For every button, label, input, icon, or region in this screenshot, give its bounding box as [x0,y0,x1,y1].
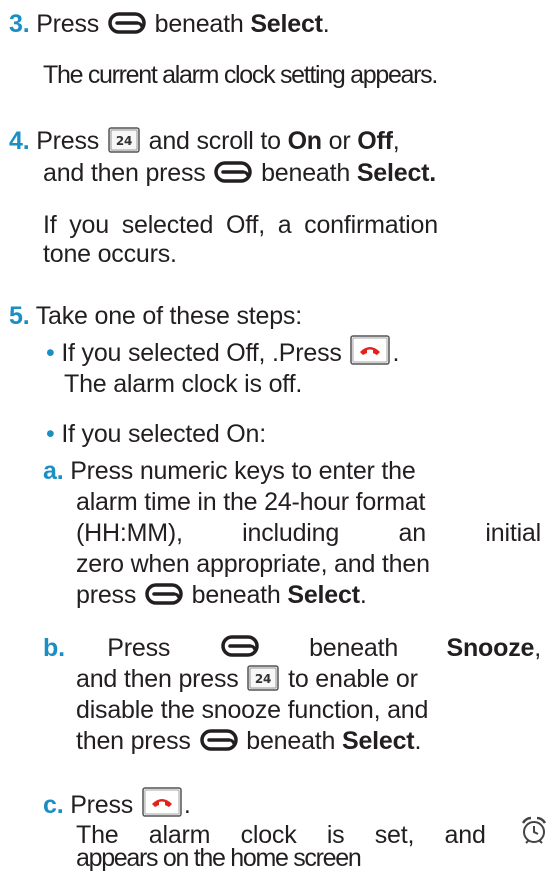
bullet-text: If you selected On: [61,420,266,448]
navigation-key-icon [247,665,279,691]
alarm-clock-icon [520,816,548,846]
substep-text: beneath [309,634,399,662]
substep-a-line-3: (HH:MM), including an initial [76,518,541,548]
substep-text: Press [107,634,171,662]
word: (HH:MM), [76,519,183,547]
step-3-line: 3. Press beneath Select. [9,9,330,39]
bullet-dot: • [46,339,55,367]
substep-c-line-3: appears on the home screen [76,844,362,872]
substep-text: Press numeric keys to enter the [70,457,416,485]
confirm-line-1: If you selected Off, a confirmation [43,210,541,240]
on-label: On [287,127,323,155]
soft-key-icon [214,161,252,183]
word: and [444,821,486,849]
substep-text: Press [70,791,134,819]
soft-key-icon [108,12,146,34]
substep-b-line-2: and then press to enable or [76,664,418,694]
substep-b-line-3: disable the snooze function, and [76,696,429,724]
substep-c-line-1: c. Press . [43,790,191,821]
comma: , [534,634,541,662]
step-number: 5. [9,302,30,330]
off-label: Off [357,127,393,155]
step-4-confirm: If you selected Off, a confirmation [43,210,541,240]
substep-label: b. [43,634,65,662]
word: including [242,519,340,547]
step-text: Take one of these steps: [35,302,302,330]
step-4-line-2: and then press beneath Select. [43,158,436,188]
step-4-line: 4. Press and scroll to On or Off, [9,126,400,156]
bullet-on: • If you selected On: [46,419,266,449]
substep-text: to enable or [288,665,418,693]
word: initial [485,519,541,547]
end-key-icon [350,335,390,365]
period: . [392,339,400,367]
substep-a-line-1: a. Press numeric keys to enter the [43,456,416,486]
bullet-text: If you selected Off, .Press [61,339,342,367]
select-label: Select. [356,159,437,187]
bullet-off-result: The alarm clock is off. [64,370,303,398]
substep-text: press [76,581,137,609]
word: an [398,519,427,547]
substep-b-line-4: then press beneath Select. [76,726,421,756]
bullet-off: • If you selected Off, .Press . [46,338,399,369]
step-text: and scroll to [148,127,281,155]
select-label: Select [341,727,415,755]
soft-key-icon [200,729,238,751]
confirm-text: If you selected Off, a confirmation [43,211,438,239]
select-label: Select [250,10,323,38]
comma: , [392,127,400,155]
substep-a-line-2: alarm time in the 24-hour format [76,488,426,516]
substep-label: c. [43,791,64,819]
substep-a-line-4: zero when appropriate, and then [76,550,430,578]
step-5-line: 5. Take one of these steps: [9,301,302,331]
substep-text: and then press [76,665,239,693]
substep-b-line-1: b. Press beneath Snooze, [43,633,541,663]
confirm-line-2: tone occurs. [43,240,177,268]
end-key-icon [142,787,182,817]
soft-key-icon [145,583,183,605]
substep-text: beneath [191,581,281,609]
step-3-result: The current alarm clock setting appears. [43,61,438,89]
step-text: Press [36,127,100,155]
select-label: Select [287,581,360,609]
snooze-label: Snooze [446,634,535,662]
period: . [359,581,367,609]
step-text: Press [36,10,100,38]
bullet-dot: • [46,420,55,448]
step-text: or [328,127,351,155]
step-text: and then press [43,159,206,187]
word: set, [374,821,415,849]
substep-a-line-5: press beneath Select. [76,580,367,610]
period: . [322,10,330,38]
navigation-key-icon [108,127,140,153]
step-text: beneath [261,159,351,187]
soft-key-icon [221,635,259,657]
period: . [183,791,191,819]
substep-text: beneath [246,727,336,755]
step-text: beneath [154,10,244,38]
step-number: 4. [9,127,30,155]
substep-text: then press [76,727,191,755]
period: . [414,727,422,755]
substep-label: a. [43,457,64,485]
step-number: 3. [9,10,30,38]
